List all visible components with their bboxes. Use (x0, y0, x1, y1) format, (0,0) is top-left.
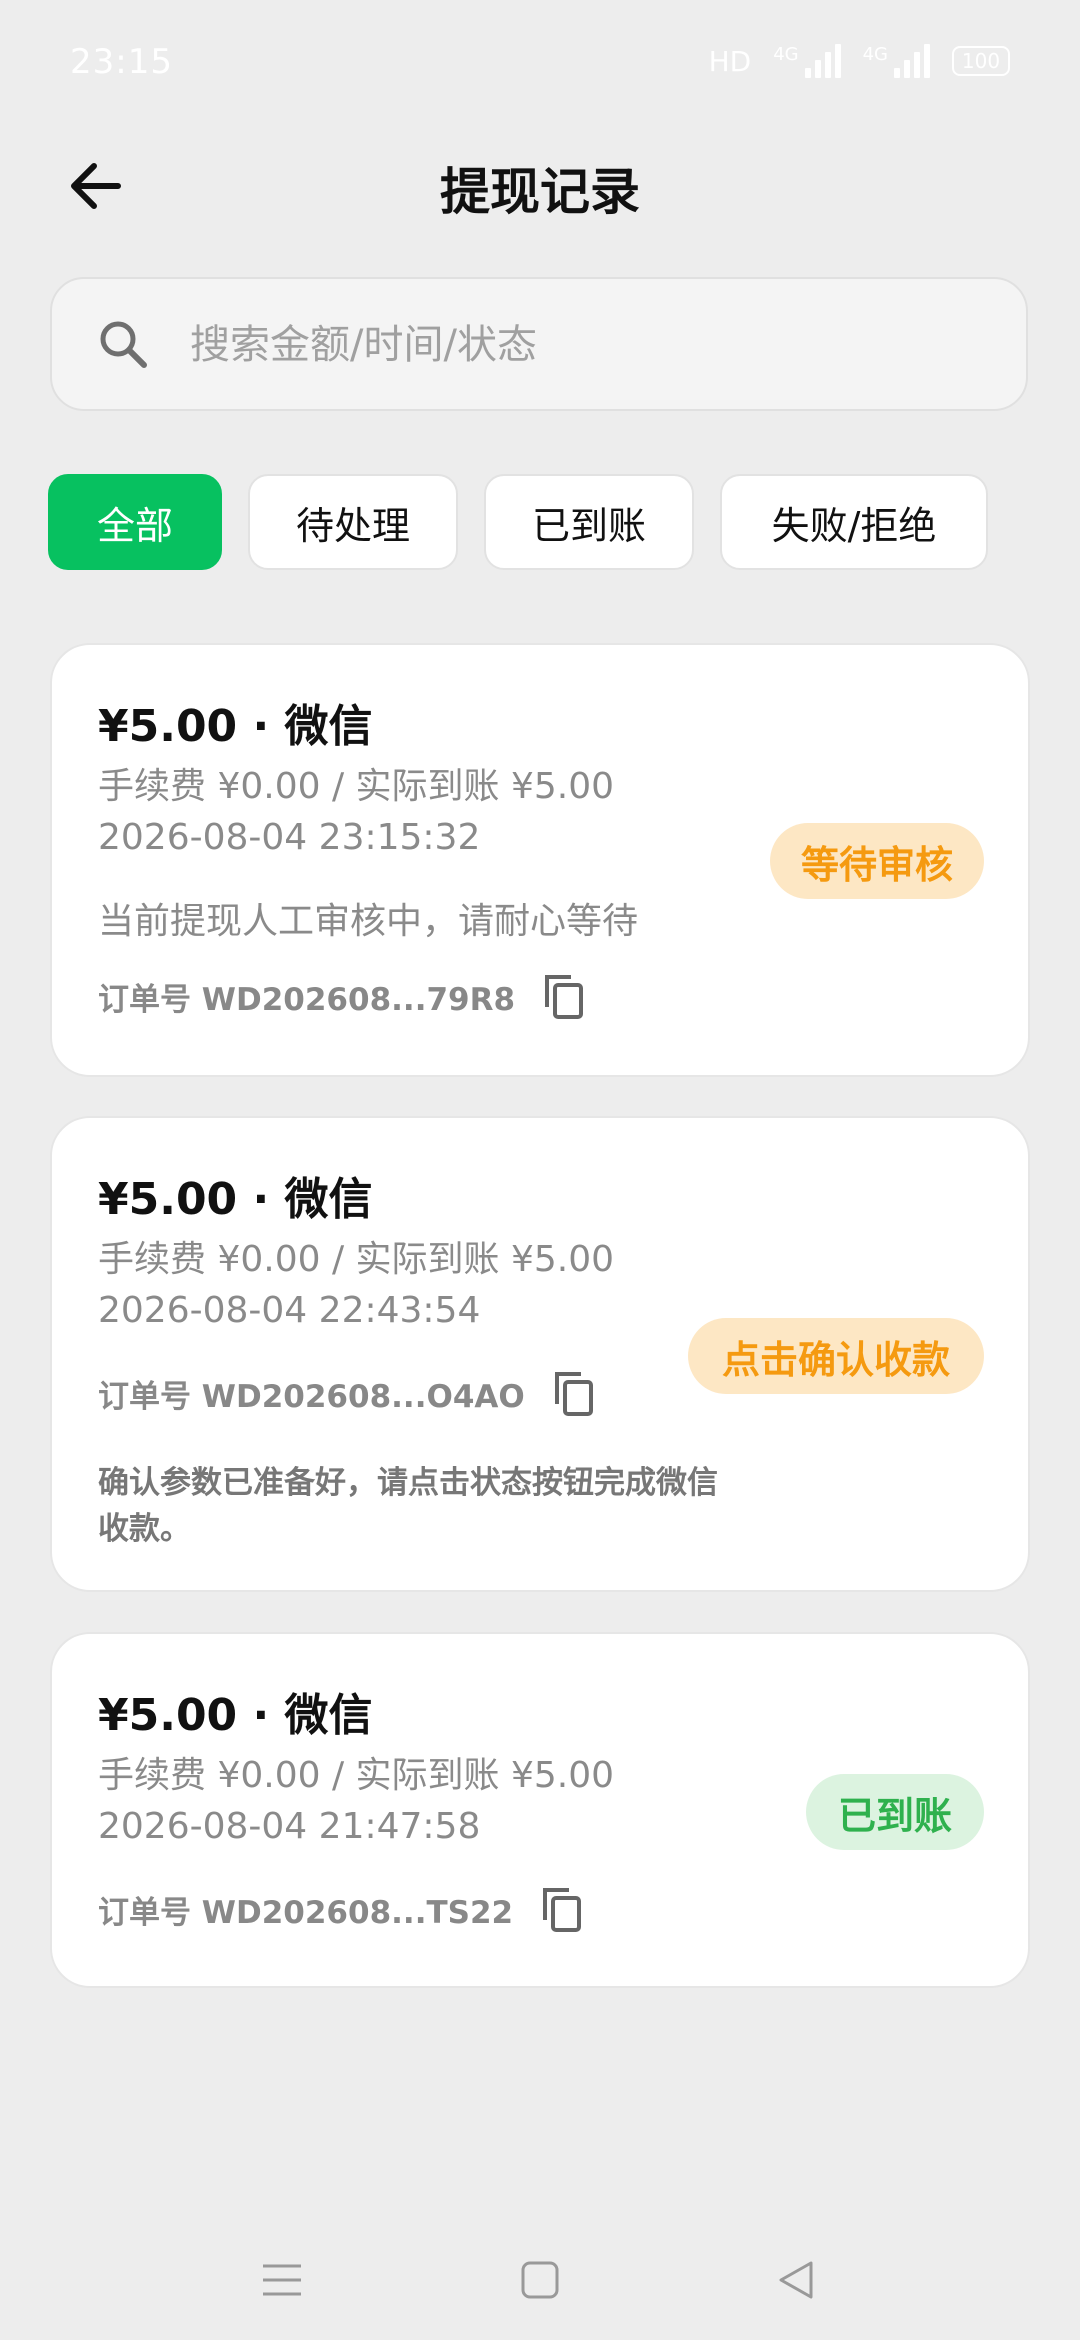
withdraw-record-card[interactable]: ¥5.00 · 微信 手续费 ¥0.00 / 实际到账 ¥5.00 2026-0… (50, 1116, 1030, 1592)
status-icons: HD 4G 4G 100 (709, 44, 1010, 78)
copy-icon[interactable] (551, 1368, 597, 1418)
status-bar: 23:15 HD 4G 4G 100 (0, 0, 1080, 130)
withdraw-record-card[interactable]: ¥5.00 · 微信 手续费 ¥0.00 / 实际到账 ¥5.00 2026-0… (50, 1632, 1030, 1988)
menu-icon[interactable] (252, 2250, 312, 2310)
filter-tab-all[interactable]: 全部 (48, 474, 222, 570)
hd-indicator: HD (708, 44, 752, 78)
record-time: 2026-08-04 22:43:54 (98, 1290, 481, 1331)
record-fee: 手续费 ¥0.00 / 实际到账 ¥5.00 (98, 1239, 615, 1280)
network-type-label-2: 4G (862, 44, 888, 65)
order-number: 订单号 WD202608...79R8 (98, 981, 516, 1018)
confirm-receipt-button[interactable]: 点击确认收款 (688, 1318, 984, 1394)
status-badge[interactable]: 等待审核 (770, 823, 984, 899)
signal-icon-2: 4G (863, 44, 930, 78)
record-amount-title: ¥5.00 · 微信 (98, 1690, 373, 1741)
battery-icon: 100 (952, 46, 1010, 76)
record-time: 2026-08-04 23:15:32 (98, 817, 481, 858)
filter-tab-arrived[interactable]: 已到账 (484, 474, 694, 570)
record-note: 当前提现人工审核中，请耐心等待 (98, 901, 639, 942)
record-fee: 手续费 ¥0.00 / 实际到账 ¥5.00 (98, 1755, 615, 1796)
order-number: 订单号 WD202608...TS22 (98, 1894, 514, 1931)
filter-tab-pending[interactable]: 待处理 (248, 474, 458, 570)
status-time: 23:15 (70, 42, 173, 82)
back-triangle-icon[interactable] (766, 2250, 826, 2310)
record-amount-title: ¥5.00 · 微信 (98, 701, 373, 752)
record-amount-title: ¥5.00 · 微信 (98, 1174, 373, 1225)
order-row: 订单号 WD202608...79R8 (98, 971, 587, 1021)
network-type-label: 4G (773, 44, 799, 65)
record-fee: 手续费 ¥0.00 / 实际到账 ¥5.00 (98, 766, 615, 807)
search-box[interactable] (50, 277, 1028, 411)
search-input[interactable] (188, 309, 992, 381)
withdraw-record-card[interactable]: ¥5.00 · 微信 手续费 ¥0.00 / 实际到账 ¥5.00 2026-0… (50, 643, 1030, 1077)
system-navigation-bar (0, 2200, 1080, 2340)
status-badge[interactable]: 已到账 (806, 1774, 984, 1850)
copy-icon[interactable] (539, 1884, 585, 1934)
order-row: 订单号 WD202608...O4AO (98, 1368, 597, 1418)
copy-icon[interactable] (541, 971, 587, 1021)
home-icon[interactable] (510, 2250, 570, 2310)
record-note: 确认参数已准备好，请点击状态按钮完成微信收款。 (98, 1465, 718, 1547)
filter-tab-failed[interactable]: 失败/拒绝 (720, 474, 988, 570)
order-number: 订单号 WD202608...O4AO (98, 1378, 525, 1415)
nav-bar: 提现记录 (0, 130, 1080, 260)
order-row: 订单号 WD202608...TS22 (98, 1884, 585, 1934)
signal-icon: 4G (773, 44, 841, 78)
search-icon (100, 321, 147, 368)
page-title: 提现记录 (440, 163, 640, 221)
record-time: 2026-08-04 21:47:58 (98, 1806, 481, 1847)
